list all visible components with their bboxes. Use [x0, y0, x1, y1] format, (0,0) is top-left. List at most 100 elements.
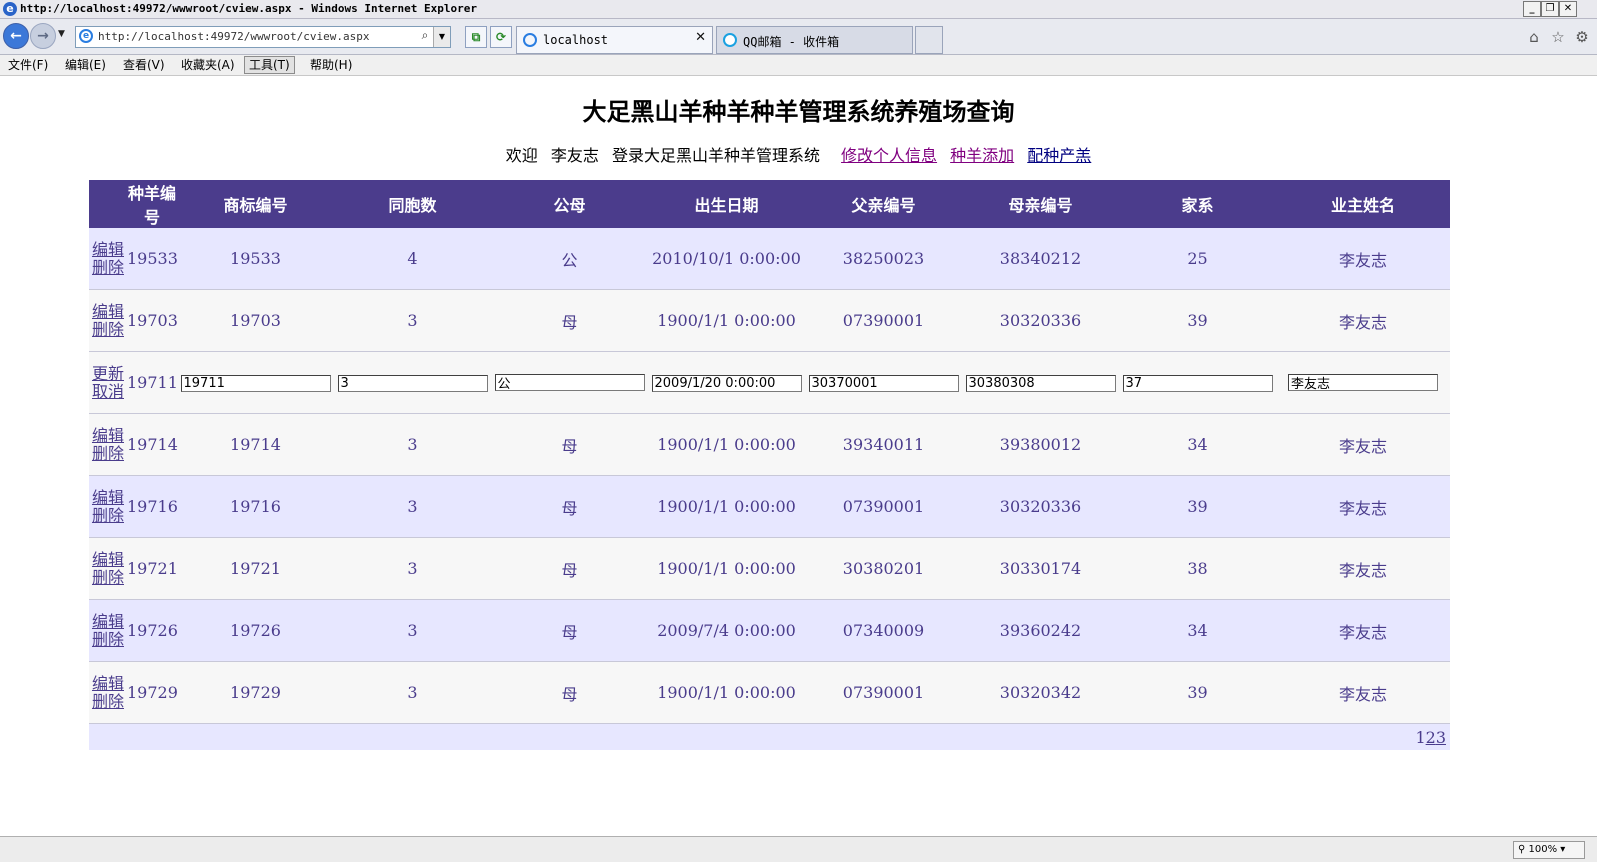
table-row: 编辑 删除 19533 19533 4 公 2010/10/1 0:00:00 … — [89, 228, 1450, 290]
table-row: 编辑 删除 19726 19726 3 母 2009/7/4 0:00:00 0… — [89, 599, 1450, 662]
tab-qqmail[interactable]: QQ邮箱 - 收件箱 — [716, 26, 913, 54]
row-actions: 编辑 删除 — [89, 599, 127, 662]
header-family: 家系 — [1119, 180, 1276, 228]
welcome-login-text: 登录大足黑山羊种羊管理系统 — [611, 146, 820, 165]
menu-file[interactable]: 文件(F) — [4, 57, 52, 73]
zoom-control[interactable]: ⚲ 100% ▾ — [1513, 841, 1585, 859]
back-button[interactable]: ← — [3, 23, 29, 49]
update-link[interactable]: 更新 — [92, 364, 124, 383]
cell-mother: 39360242 — [962, 599, 1119, 662]
edit-link[interactable]: 编辑 — [92, 426, 124, 445]
owner-input[interactable] — [1288, 373, 1438, 391]
edit-link[interactable]: 编辑 — [92, 488, 124, 507]
cell-father-edit — [805, 351, 962, 414]
menu-view[interactable]: 查看(V) — [119, 57, 169, 73]
ie-logo-icon: e — [3, 2, 17, 16]
cell-birth: 1900/1/1 0:00:00 — [648, 475, 805, 538]
family-input[interactable] — [1122, 375, 1273, 392]
tab-label: QQ邮箱 - 收件箱 — [743, 35, 840, 49]
cell-owner: 李友志 — [1276, 661, 1450, 724]
close-window-button[interactable]: ✕ — [1559, 1, 1577, 17]
edit-profile-link[interactable]: 修改个人信息 — [841, 146, 937, 165]
cell-gender: 母 — [491, 475, 648, 538]
breeding-link[interactable]: 配种产羔 — [1027, 146, 1091, 165]
cancel-link[interactable]: 取消 — [92, 382, 124, 401]
cell-birth: 1900/1/1 0:00:00 — [648, 537, 805, 600]
delete-link[interactable]: 删除 — [92, 506, 124, 525]
delete-link[interactable]: 删除 — [92, 444, 124, 463]
cell-trademark: 19716 — [177, 475, 334, 538]
menu-favorites[interactable]: 收藏夹(A) — [177, 57, 239, 73]
trademark-input[interactable] — [180, 375, 331, 392]
compatibility-view-button[interactable]: ⧉ — [465, 26, 487, 48]
welcome-line: 欢迎 李友志 登录大足黑山羊种羊管理系统 修改个人信息 种羊添加 配种产羔 — [0, 142, 1597, 166]
pager-page-2[interactable]: 2 — [1426, 728, 1436, 747]
edit-link[interactable]: 编辑 — [92, 550, 124, 569]
edit-link[interactable]: 编辑 — [92, 302, 124, 321]
header-siblings: 同胞数 — [334, 180, 491, 228]
cell-trademark: 19721 — [177, 537, 334, 600]
cell-mother: 30330174 — [962, 537, 1119, 600]
new-tab-button[interactable] — [915, 26, 943, 54]
menu-edit[interactable]: 编辑(E) — [61, 57, 110, 73]
delete-link[interactable]: 删除 — [92, 568, 124, 587]
delete-link[interactable]: 删除 — [92, 692, 124, 711]
pager-page-3[interactable]: 3 — [1436, 728, 1446, 747]
history-dropdown-button[interactable]: ▼ — [58, 29, 68, 41]
header-gender: 公母 — [491, 180, 648, 228]
cell-father: 07390001 — [805, 475, 962, 538]
edit-link[interactable]: 编辑 — [92, 612, 124, 631]
star-icon[interactable]: ☆ — [1549, 28, 1567, 46]
cell-id: 19714 — [127, 413, 178, 476]
cell-family-edit — [1119, 351, 1276, 414]
row-actions: 编辑 删除 — [89, 413, 127, 476]
header-father: 父亲编号 — [805, 180, 962, 228]
address-dropdown-button[interactable]: ▼ — [433, 27, 450, 47]
tab-localhost[interactable]: localhost ✕ — [516, 26, 713, 54]
welcome-user: 李友志 — [550, 146, 599, 165]
cell-owner: 李友志 — [1276, 475, 1450, 538]
tab-qq-icon — [723, 33, 737, 47]
table-row: 编辑 删除 19729 19729 3 母 1900/1/1 0:00:00 0… — [89, 661, 1450, 724]
header-actions — [89, 180, 127, 228]
cell-siblings: 3 — [334, 289, 491, 352]
cell-siblings: 3 — [334, 537, 491, 600]
cell-mother: 38340212 — [962, 228, 1119, 290]
cell-owner: 李友志 — [1276, 289, 1450, 352]
father-input[interactable] — [808, 375, 959, 392]
window-titlebar: e http://localhost:49972/wwwroot/cview.a… — [0, 0, 1597, 19]
delete-link[interactable]: 删除 — [92, 630, 124, 649]
window-title: http://localhost:49972/wwwroot/cview.asp… — [20, 2, 477, 15]
grid-header-row: 种羊编号 商标编号 同胞数 公母 出生日期 父亲编号 母亲编号 家系 业主姓名 — [89, 180, 1450, 228]
gender-input[interactable] — [494, 373, 645, 391]
cell-trademark-edit — [177, 351, 334, 414]
forward-button[interactable]: → — [30, 23, 56, 49]
delete-link[interactable]: 删除 — [92, 320, 124, 339]
address-input[interactable]: http://localhost:49972/wwwroot/cview.asp… — [98, 30, 370, 43]
add-sheep-link[interactable]: 种羊添加 — [950, 146, 1014, 165]
restore-button[interactable]: ❐ — [1541, 1, 1559, 17]
menu-tools[interactable]: 工具(T) — [244, 56, 295, 74]
minimize-button[interactable]: _ — [1523, 1, 1541, 17]
edit-link[interactable]: 编辑 — [92, 240, 124, 259]
cell-father: 30380201 — [805, 537, 962, 600]
table-row-editing: 更新 取消 19711 — [89, 351, 1450, 414]
back-arrow-icon: ← — [10, 28, 22, 44]
edit-link[interactable]: 编辑 — [92, 674, 124, 693]
gear-icon[interactable]: ⚙ — [1573, 28, 1591, 46]
search-icon[interactable]: ⌕ — [418, 28, 432, 44]
sheep-grid: 种羊编号 商标编号 同胞数 公母 出生日期 父亲编号 母亲编号 家系 业主姓名 … — [89, 180, 1450, 750]
birth-input[interactable] — [651, 375, 802, 392]
refresh-button[interactable]: ⟳ — [490, 26, 512, 48]
menu-help[interactable]: 帮助(H) — [306, 57, 356, 73]
siblings-input[interactable] — [337, 375, 488, 392]
close-tab-button[interactable]: ✕ — [695, 30, 706, 45]
welcome-greeting: 欢迎 — [505, 146, 538, 165]
page-ie-icon: e — [79, 29, 93, 43]
mother-input[interactable] — [965, 375, 1116, 392]
cell-trademark: 19726 — [177, 599, 334, 662]
home-icon[interactable]: ⌂ — [1525, 28, 1543, 46]
cell-family: 34 — [1119, 599, 1276, 662]
address-bar[interactable]: e http://localhost:49972/wwwroot/cview.a… — [75, 26, 451, 48]
delete-link[interactable]: 删除 — [92, 258, 124, 277]
